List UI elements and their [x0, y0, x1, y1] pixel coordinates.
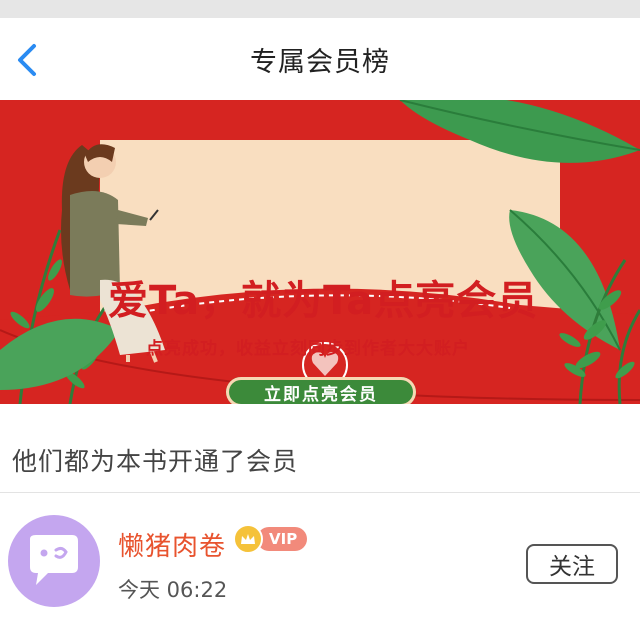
section-title: 他们都为本书开通了会员 [12, 447, 299, 476]
member-row[interactable]: 懒猪肉卷 VIP 今天 06:22 关注 [0, 508, 640, 618]
section-header: 他们都为本书开通了会员 [0, 404, 640, 493]
status-bar [0, 0, 640, 18]
nav-bar: 专属会员榜 [0, 18, 640, 101]
avatar[interactable] [8, 515, 100, 607]
light-up-membership-button[interactable]: 立即点亮会员 [226, 377, 416, 404]
page-title: 专属会员榜 [250, 46, 390, 78]
member-name[interactable]: 懒猪肉卷 [118, 526, 226, 563]
banner-headline: 爱Ta，就为Ta点亮会员 [108, 278, 539, 324]
vip-label: VIP [257, 527, 308, 551]
follow-button[interactable]: 关注 [526, 544, 618, 584]
member-list-section: 他们都为本书开通了会员 懒猪肉卷 VIP 今天 06:22 关注 [0, 404, 640, 636]
promo-banner[interactable]: 爱Ta，就为Ta点亮会员 点亮成功，收益立刻同步到作者大大账户 立即点亮会员 [0, 100, 640, 404]
chat-bubble-icon [30, 535, 78, 585]
banner-subtitle: 点亮成功，收益立刻同步到作者大大账户 [146, 339, 470, 359]
member-time: 今天 06:22 [118, 578, 228, 602]
crown-icon [233, 524, 263, 554]
vip-badge: VIP [233, 524, 308, 554]
